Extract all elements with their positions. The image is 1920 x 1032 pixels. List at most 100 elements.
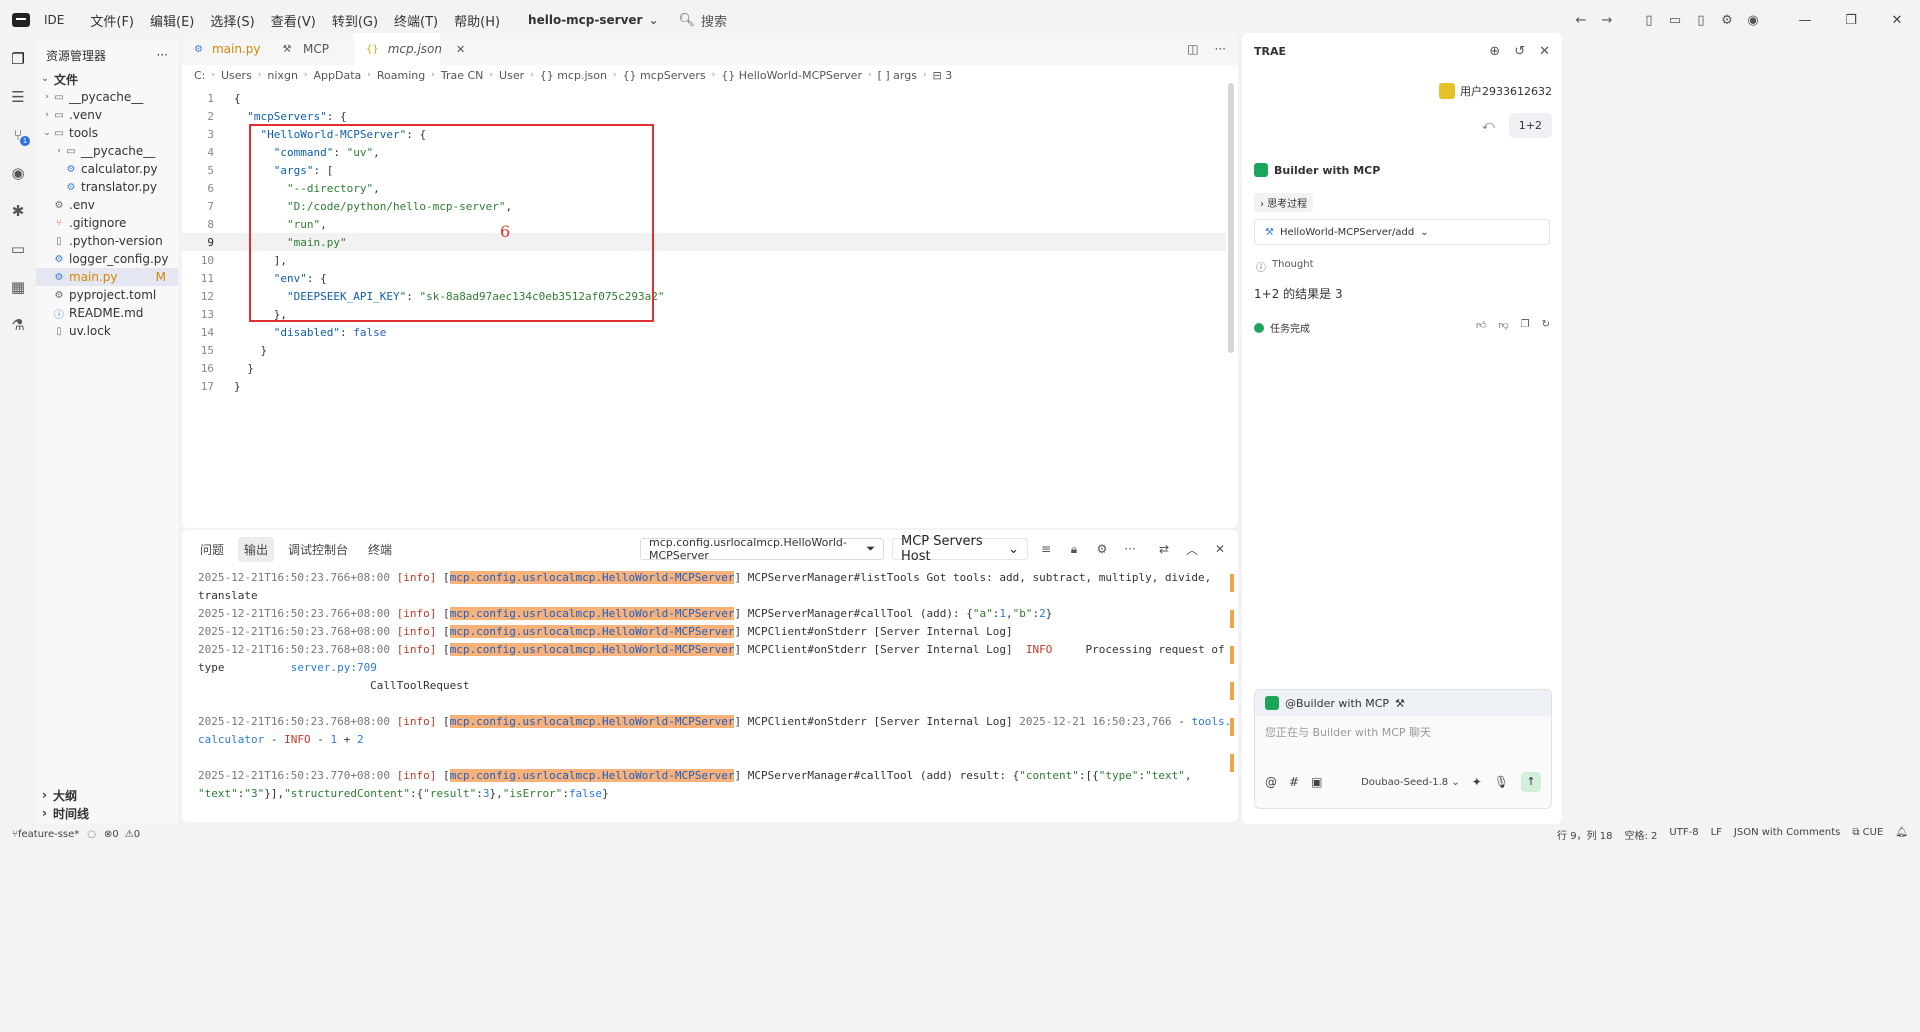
close-icon[interactable]: ✕	[1539, 44, 1550, 59]
breadcrumb-item[interactable]: Users	[221, 69, 252, 82]
split-editor-icon[interactable]: ◫	[1187, 42, 1198, 56]
account-icon[interactable]: ◉	[1740, 13, 1766, 28]
breadcrumb-item[interactable]: Roaming	[377, 69, 425, 82]
tab-main-py[interactable]: ⚙ main.py	[182, 33, 268, 65]
tab-mcp[interactable]: ⚒ MCP	[268, 33, 354, 65]
file-tree-item[interactable]: › ▭ __pycache__	[36, 88, 178, 106]
mention-at-icon[interactable]: @	[1265, 775, 1277, 789]
menu-item[interactable]: 终端(T)	[394, 11, 438, 30]
panel-tab[interactable]: 问题	[194, 537, 230, 562]
toggle-layout-icon[interactable]: ⇄	[1154, 542, 1174, 556]
indentation[interactable]: 空格: 2	[1625, 827, 1658, 842]
chat-input-box[interactable]: @Builder with MCP ⚒ 您正在与 Builder with MCP…	[1254, 689, 1552, 809]
git-branch[interactable]: feature-sse*	[18, 829, 79, 840]
menu-item[interactable]: 编辑(E)	[150, 11, 194, 30]
send-button[interactable]: ↑	[1521, 772, 1541, 792]
line-ending[interactable]: LF	[1711, 827, 1722, 842]
code-line[interactable]: 1{	[182, 89, 1226, 107]
breadcrumb-item[interactable]: Trae CN	[441, 69, 484, 82]
code-line[interactable]: 17}	[182, 377, 1226, 395]
warning-count[interactable]: 0	[134, 829, 140, 840]
extensions-icon[interactable]: ▦	[0, 268, 36, 306]
settings-gear-icon[interactable]: ⚙	[1092, 542, 1112, 556]
hash-context-icon[interactable]: #	[1289, 775, 1299, 789]
maximize-panel-icon[interactable]: ︿	[1182, 541, 1202, 558]
cursor-position[interactable]: 行 9，列 18	[1557, 827, 1612, 842]
breadcrumb-item[interactable]: {} mcp.json	[540, 69, 607, 82]
copy-icon[interactable]: ❐	[1521, 319, 1530, 331]
microphone-icon[interactable]: 🎙︎	[1494, 775, 1509, 789]
close-tab-icon[interactable]: ✕	[456, 43, 465, 56]
breadcrumb-item[interactable]: [ ] args	[878, 69, 917, 82]
code-line[interactable]: 15 }	[182, 341, 1226, 359]
error-count[interactable]: 0	[112, 829, 118, 840]
thumbs-down-icon[interactable]: 👎︎	[1498, 319, 1508, 331]
menu-item[interactable]: 文件(F)	[90, 11, 134, 30]
panel-tab[interactable]: 输出	[238, 536, 275, 562]
tool-call-item[interactable]: ⚒ HelloWorld-MCPServer/add ⌄	[1254, 219, 1550, 245]
editor-scrollbar[interactable]	[1228, 83, 1234, 353]
timeline-section[interactable]: › 时间线	[36, 804, 178, 822]
code-line[interactable]: 2 "mcpServers": {	[182, 107, 1226, 125]
thumbs-up-icon[interactable]: 👍︎	[1476, 319, 1486, 331]
notifications-bell-icon[interactable]: 🔔︎	[1895, 827, 1908, 842]
forward-arrow-icon[interactable]: →	[1594, 13, 1620, 28]
file-tree-item[interactable]: ▯ uv.lock	[36, 322, 178, 340]
menu-item[interactable]: 转到(G)	[332, 11, 378, 30]
file-tree-item[interactable]: ⑂ .gitignore	[36, 214, 178, 232]
image-upload-icon[interactable]: ▣	[1311, 775, 1322, 789]
minimize-button[interactable]: —	[1782, 13, 1828, 28]
model-selector[interactable]: Doubao-Seed-1.8 ⌄	[1361, 777, 1460, 788]
toggle-sidebar-icon[interactable]: ▯	[1636, 13, 1662, 28]
explorer-files-icon[interactable]: ❐	[0, 40, 36, 78]
menu-item[interactable]: 选择(S)	[210, 11, 254, 30]
code-line[interactable]: 16 }	[182, 359, 1226, 377]
files-section-header[interactable]: ⌄ 文件	[36, 70, 178, 88]
project-switcher[interactable]: hello-mcp-server ⌄	[528, 13, 658, 27]
remote-monitor-icon[interactable]: ▭	[0, 230, 36, 268]
output-channel-select[interactable]: MCP Servers Host ⌄	[892, 534, 1028, 564]
panel-tab[interactable]: 终端	[362, 537, 398, 562]
file-tree-item[interactable]: › ▭ .venv	[36, 106, 178, 124]
file-tree-item[interactable]: › ▭ __pycache__	[36, 142, 178, 160]
preview-eye-icon[interactable]: ◉	[0, 154, 36, 192]
search-view-icon[interactable]: ☰	[0, 78, 36, 116]
back-arrow-icon[interactable]: ←	[1568, 13, 1594, 28]
outline-section[interactable]: › 大纲	[36, 786, 178, 804]
breadcrumb-item[interactable]: AppData	[314, 69, 362, 82]
code-line[interactable]: 14 "disabled": false	[182, 323, 1226, 341]
retry-icon[interactable]: ⤺	[1482, 118, 1495, 133]
settings-gear-icon[interactable]: ⚙	[1714, 13, 1740, 28]
file-tree-item[interactable]: ⚙ calculator.py	[36, 160, 178, 178]
more-actions-icon[interactable]: ···	[1215, 42, 1226, 56]
breadcrumb-item[interactable]: {} mcpServers	[623, 69, 706, 82]
toggle-panel-icon[interactable]: ▭	[1662, 13, 1688, 28]
sparkle-icon[interactable]: ✦	[1472, 775, 1482, 789]
chat-input[interactable]: 您正在与 Builder with MCP 聊天	[1255, 716, 1551, 772]
file-tree-item[interactable]: ⚙ pyproject.toml	[36, 286, 178, 304]
new-chat-icon[interactable]: ⊕	[1489, 44, 1500, 59]
more-actions-icon[interactable]: ···	[157, 48, 168, 62]
history-icon[interactable]: ↺	[1514, 44, 1525, 59]
maximize-button[interactable]: ❐	[1828, 13, 1874, 28]
menu-item[interactable]: 查看(V)	[271, 11, 316, 30]
file-tree-item[interactable]: ⌄ ▭ tools	[36, 124, 178, 142]
file-tree-item[interactable]: ⚙ translator.py	[36, 178, 178, 196]
testing-flask-icon[interactable]: ⚗	[0, 306, 36, 344]
breadcrumb-item[interactable]: {} HelloWorld-MCPServer	[721, 69, 862, 82]
thinking-process-toggle[interactable]: › 思考过程	[1254, 193, 1314, 212]
tab-mcp-json[interactable]: {} mcp.json ✕	[354, 33, 465, 65]
close-window-button[interactable]: ✕	[1874, 13, 1920, 28]
lock-scroll-icon[interactable]: 🔒︎	[1064, 542, 1084, 557]
close-panel-icon[interactable]: ✕	[1210, 542, 1230, 556]
menu-item[interactable]: 帮助(H)	[454, 11, 500, 30]
sync-icon[interactable]: ◌	[87, 829, 96, 840]
cue-status[interactable]: ⧉ CUE	[1852, 827, 1883, 842]
file-tree-item[interactable]: ⚙ .env	[36, 196, 178, 214]
source-control-icon[interactable]: ⑂ 1	[0, 116, 36, 154]
breadcrumb-item[interactable]: C:	[194, 69, 205, 82]
command-search[interactable]: 🔍︎ 搜索	[679, 11, 728, 30]
regenerate-icon[interactable]: ↻	[1542, 319, 1550, 331]
encoding[interactable]: UTF-8	[1669, 827, 1698, 842]
output-log[interactable]: 2025-12-21T16:50:23.766+08:00 [info] [mc…	[182, 568, 1238, 802]
